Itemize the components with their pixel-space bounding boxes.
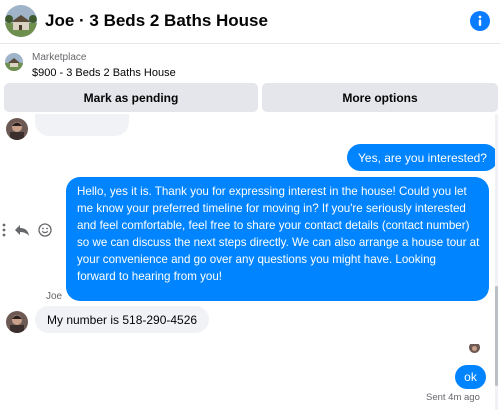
info-icon[interactable] — [470, 11, 490, 31]
listing-avatar[interactable] — [5, 5, 37, 37]
message-actions — [2, 221, 52, 239]
message-line: your convenience and go over any questio… — [77, 252, 436, 266]
message-line: me know your preferred timeline for movi… — [77, 201, 466, 215]
message-bubble-sent[interactable]: ok — [455, 365, 486, 389]
message-line: Hello, yes it is. Thank you for expressi… — [77, 185, 467, 198]
mark-as-pending-button[interactable]: Mark as pending — [4, 83, 258, 112]
more-vertical-icon[interactable] — [2, 223, 6, 237]
conversation-title[interactable]: Joe · 3 Beds 2 Baths House — [45, 11, 268, 31]
message-bubble-sent[interactable]: Hello, yes it is. Thank you for expressi… — [66, 177, 489, 301]
sender-avatar[interactable] — [6, 118, 28, 140]
marketplace-listing-bar[interactable]: Marketplace $900 - 3 Beds 2 Baths House — [0, 45, 500, 83]
listing-price-title: $900 - 3 Beds 2 Baths House — [32, 67, 176, 79]
message-status: Sent 4m ago — [426, 392, 480, 403]
smiley-icon[interactable] — [38, 223, 52, 237]
more-options-button[interactable]: More options — [262, 83, 498, 112]
reply-icon[interactable] — [14, 223, 30, 237]
scrollbar-thumb[interactable] — [495, 286, 498, 386]
message-line: forward to hearing from you! — [77, 269, 222, 283]
message-bubble-sent[interactable]: Yes, are you interested? — [347, 144, 498, 171]
listing-thumbnail — [5, 53, 23, 71]
sender-avatar[interactable] — [6, 311, 28, 333]
seen-avatar — [469, 342, 480, 353]
message-thread: Yes, are you interested? Hello, yes it i… — [0, 114, 500, 410]
message-bubble-received[interactable]: My number is 518-290-4526 — [35, 306, 210, 333]
conversation-header: Joe · 3 Beds 2 Baths House — [0, 0, 500, 44]
marketplace-label: Marketplace — [32, 52, 87, 63]
sender-name: Joe — [46, 291, 63, 302]
message-line: and feel comfortable, feel free to share… — [77, 218, 470, 232]
message-bubble-received[interactable] — [35, 114, 129, 136]
message-line: so we can discuss the next steps directl… — [77, 235, 480, 249]
